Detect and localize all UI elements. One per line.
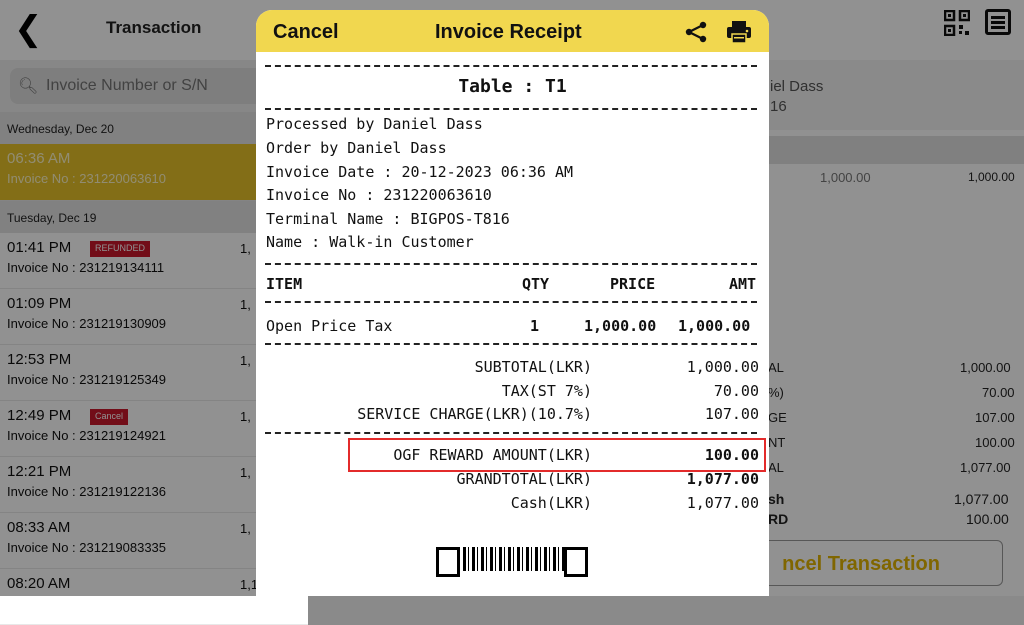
- col-amt: AMT: [729, 275, 757, 293]
- invoice-number: Invoice No : 231220063610: [266, 186, 492, 204]
- divider: [265, 65, 757, 67]
- col-qty: QTY: [522, 275, 550, 293]
- service-charge-value: 107.00: [704, 405, 759, 423]
- app: ❮ Transaction 🔍︎ Wednesday, Dec 20 06:36…: [0, 0, 1024, 625]
- subtotal-label: SUBTOTAL(LKR): [474, 358, 592, 376]
- receipt-body: Table : T1 Processed by Daniel Dass Orde…: [256, 52, 769, 596]
- reward-label: OGF REWARD AMOUNT(LKR): [393, 446, 592, 464]
- grandtotal-label: GRANDTOTAL(LKR): [456, 470, 592, 488]
- item-price: 1,000.00: [584, 317, 657, 335]
- divider: [265, 108, 757, 110]
- customer-name: Name : Walk-in Customer: [266, 233, 474, 251]
- modal-header: Cancel Invoice Receipt: [256, 10, 769, 52]
- divider: [265, 343, 757, 345]
- share-icon[interactable]: [684, 20, 708, 44]
- barcode: [436, 547, 588, 577]
- processed-by: Processed by Daniel Dass: [266, 115, 483, 133]
- col-item: ITEM: [266, 275, 303, 293]
- terminal-name: Terminal Name : BIGPOS-T816: [266, 210, 510, 228]
- item-amount: 1,000.00: [678, 317, 751, 335]
- item-name: Open Price Tax: [266, 317, 393, 335]
- divider: [265, 432, 757, 434]
- cancel-button[interactable]: Cancel: [273, 21, 339, 44]
- divider: [265, 301, 757, 303]
- subtotal-value: 1,000.00: [686, 358, 759, 376]
- grandtotal-value: 1,077.00: [686, 470, 759, 488]
- table-label: Table : T1: [458, 76, 567, 97]
- cash-label: Cash(LKR): [510, 494, 592, 512]
- cash-value: 1,077.00: [686, 494, 759, 512]
- reward-value: 100.00: [704, 446, 759, 464]
- tax-label: TAX(ST 7%): [501, 382, 592, 400]
- order-by: Order by Daniel Dass: [266, 139, 447, 157]
- modal-title: Invoice Receipt: [435, 21, 582, 43]
- service-charge-label: SERVICE CHARGE(LKR)(10.7%): [357, 405, 592, 423]
- tax-value: 70.00: [713, 382, 759, 400]
- col-price: PRICE: [610, 275, 656, 293]
- divider: [265, 263, 757, 265]
- printer-icon[interactable]: [726, 20, 752, 44]
- item-qty: 1: [530, 317, 540, 335]
- invoice-date: Invoice Date : 20-12-2023 06:36 AM: [266, 163, 574, 181]
- invoice-receipt-modal: Cancel Invoice Receipt Table : T1 Proces…: [256, 10, 769, 596]
